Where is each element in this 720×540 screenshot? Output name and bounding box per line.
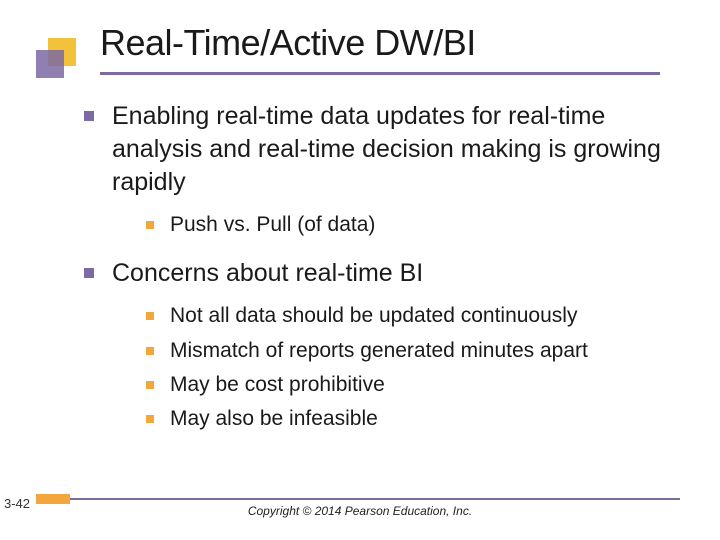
page-title: Real-Time/Active DW/BI — [100, 22, 476, 64]
sub-list: Not all data should be updated continuou… — [146, 302, 680, 433]
square-bullet-icon — [146, 312, 154, 320]
sub-list: Push vs. Pull (of data) — [146, 211, 680, 239]
list-item: Concerns about real-time BI — [84, 257, 680, 290]
list-item: Mismatch of reports generated minutes ap… — [146, 337, 680, 365]
list-item: May also be infeasible — [146, 405, 680, 433]
footer-accent-icon — [36, 494, 70, 504]
square-bullet-icon — [84, 268, 94, 278]
list-item: Push vs. Pull (of data) — [146, 211, 680, 239]
bullet-text: Push vs. Pull (of data) — [170, 211, 375, 239]
bullet-text: Enabling real-time data updates for real… — [112, 100, 680, 199]
list-item: May be cost prohibitive — [146, 371, 680, 399]
copyright-text: Copyright © 2014 Pearson Education, Inc. — [0, 504, 720, 518]
bullet-text: Mismatch of reports generated minutes ap… — [170, 337, 588, 365]
square-bullet-icon — [84, 111, 94, 121]
square-bullet-icon — [146, 221, 154, 229]
square-bullet-icon — [146, 415, 154, 423]
bullet-text: Not all data should be updated continuou… — [170, 302, 577, 330]
corner-logo-icon — [36, 36, 82, 82]
list-item: Enabling real-time data updates for real… — [84, 100, 680, 199]
bullet-text: May also be infeasible — [170, 405, 378, 433]
footer-divider — [70, 498, 680, 500]
list-item: Not all data should be updated continuou… — [146, 302, 680, 330]
title-underline — [100, 72, 500, 75]
content-area: Enabling real-time data updates for real… — [84, 100, 680, 452]
bullet-text: May be cost prohibitive — [170, 371, 385, 399]
footer: 3-42 Copyright © 2014 Pearson Education,… — [0, 498, 720, 524]
square-bullet-icon — [146, 381, 154, 389]
bullet-text: Concerns about real-time BI — [112, 257, 423, 290]
square-bullet-icon — [146, 347, 154, 355]
slide: Real-Time/Active DW/BI Enabling real-tim… — [0, 0, 720, 540]
